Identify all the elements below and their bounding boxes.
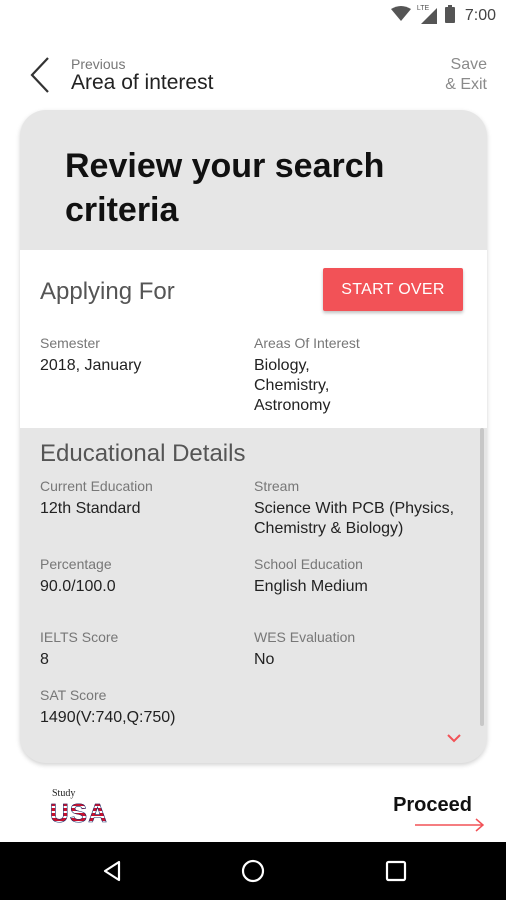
logo-big-text: USA [50,798,108,829]
previous-title[interactable]: Area of interest [71,71,213,95]
sat-score-label: SAT Score [40,687,107,703]
status-time: 7:00 [464,7,496,24]
area-item: Chemistry, [254,377,330,394]
stream-value: Science With PCB (Physics, Chemistry & B… [254,499,454,539]
percentage-label: Percentage [40,556,112,572]
wes-evaluation-field: WES Evaluation No [254,628,355,670]
square-recents-icon [385,860,407,882]
current-education-field: Current Education 12th Standard [40,477,153,519]
page-title: Review your search criteria [65,147,385,229]
ielts-score-value: 8 [40,651,49,668]
current-education-value: 12th Standard [40,500,141,517]
footer: Study USA Proceed [0,770,506,842]
back-button[interactable] [26,54,56,96]
battery-icon [444,4,455,28]
stream-line: Chemistry & Biology) [254,520,404,537]
status-icons: LTE 7:00 [390,4,496,28]
stream-label: Stream [254,478,300,494]
areas-of-interest-field: Areas Of Interest Biology, Chemistry, As… [254,334,360,416]
areas-of-interest-label: Areas Of Interest [254,335,360,351]
save-exit-button[interactable]: Save & Exit [445,55,487,95]
sat-score-value: 1490(V:740,Q:750) [40,709,176,726]
wifi-icon [390,5,411,27]
semester-value: 2018, January [40,357,142,374]
sat-score-field: SAT Score 1490(V:740,Q:750) [40,686,176,728]
previous-label: Previous [71,56,126,72]
applying-for-section: Applying For START OVER Semester 2018, J… [20,250,487,428]
area-item: Astronomy [254,397,331,414]
cell-signal-icon: LTE [417,5,439,25]
percentage-value: 90.0/100.0 [40,578,116,595]
chevron-down-icon[interactable] [446,732,462,746]
percentage-field: Percentage 90.0/100.0 [40,555,116,597]
nav-home-button[interactable] [241,859,265,883]
start-over-button[interactable]: START OVER [323,268,463,311]
areas-of-interest-value: Biology, Chemistry, Astronomy [254,356,360,416]
semester-label: Semester [40,335,100,351]
stream-line: Science With PCB (Physics, [254,500,455,517]
circle-home-icon [241,859,265,883]
wes-evaluation-label: WES Evaluation [254,629,356,645]
save-exit-line1: Save [450,56,487,73]
ielts-score-label: IELTS Score [40,629,119,645]
review-card: Review your search criteria Applying For… [20,110,487,763]
study-usa-logo: Study USA [50,788,110,836]
nav-back-button[interactable] [100,859,124,883]
applying-for-heading: Applying For [40,278,175,305]
school-education-label: School Education [254,556,363,572]
current-education-label: Current Education [40,478,153,494]
nav-recents-button[interactable] [384,859,408,883]
stream-field: Stream Science With PCB (Physics, Chemis… [254,477,454,539]
wes-evaluation-value: No [254,651,275,668]
header: Previous Area of interest Save & Exit [0,44,506,108]
educational-details-heading: Educational Details [40,440,246,467]
status-bar: LTE 7:00 [0,0,506,32]
school-education-field: School Education English Medium [254,555,368,597]
chevron-left-icon [30,57,49,93]
system-nav-bar [0,842,506,900]
proceed-button[interactable]: Proceed [393,794,472,817]
triangle-back-icon [103,860,121,882]
arrow-right-icon[interactable] [415,818,487,832]
save-exit-line2: & Exit [445,76,487,93]
ielts-score-field: IELTS Score 8 [40,628,118,670]
area-item: Biology, [254,357,310,374]
semester-field: Semester 2018, January [40,334,141,376]
school-education-value: English Medium [254,578,368,595]
scrollbar[interactable] [480,428,484,726]
